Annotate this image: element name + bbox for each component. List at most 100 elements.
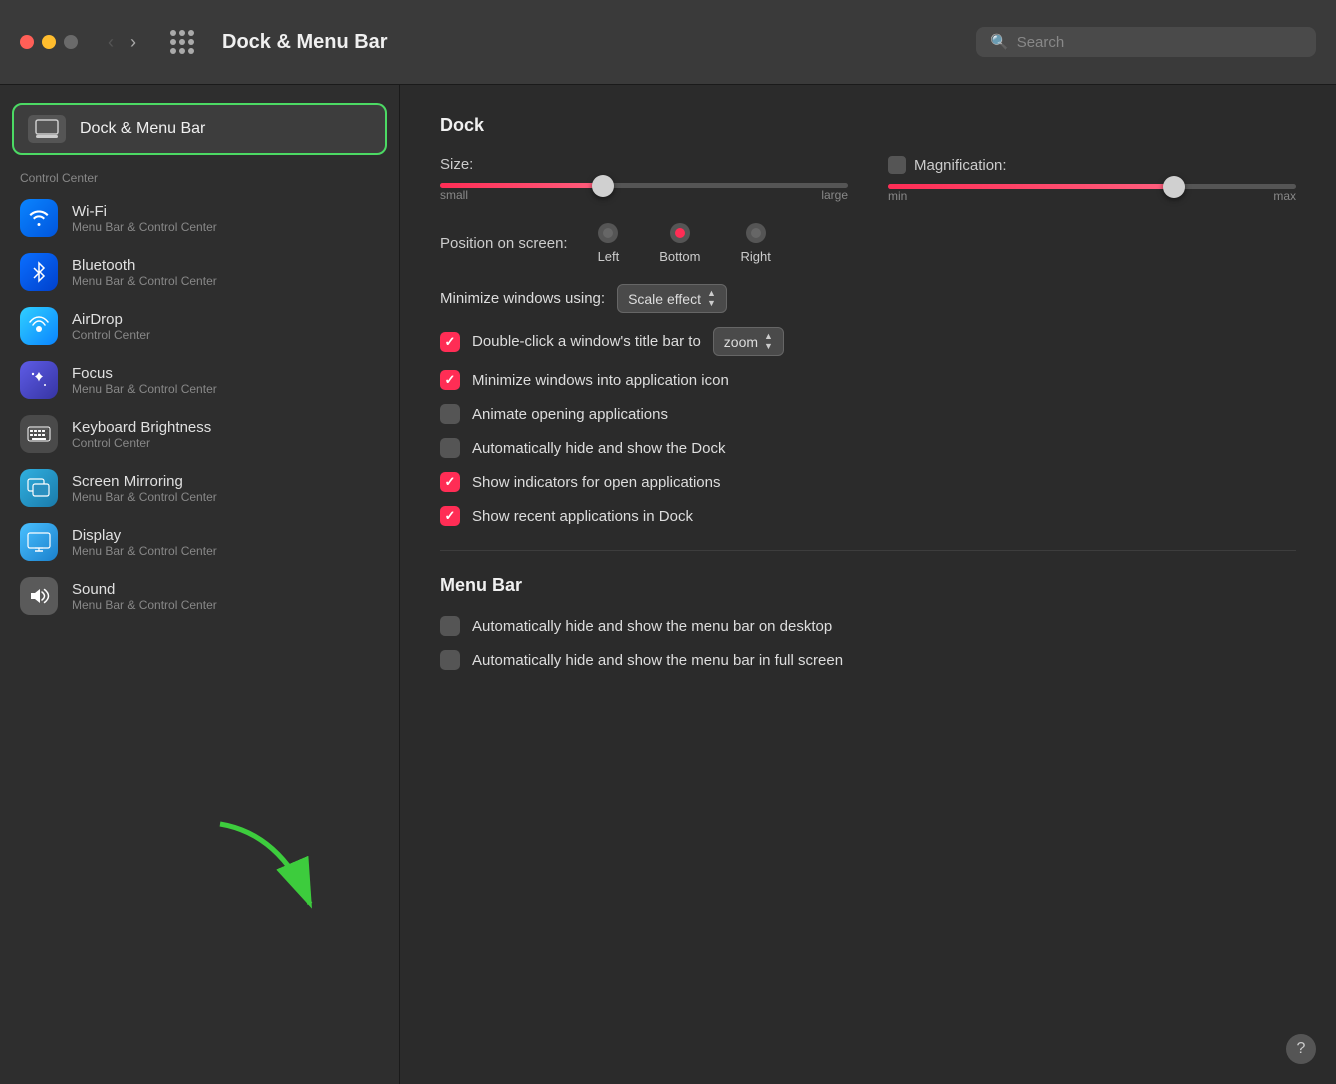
minimize-app-label: Minimize windows into application icon	[472, 372, 729, 389]
recent-checkbox[interactable]	[440, 506, 460, 526]
size-thumb[interactable]	[592, 175, 614, 197]
position-right[interactable]: Right	[740, 223, 770, 264]
keyboard-sub: Control Center	[72, 436, 211, 450]
minimize-dropdown[interactable]: Scale effect ▲ ▼	[617, 284, 727, 313]
help-button[interactable]: ?	[1286, 1034, 1316, 1064]
screenmirror-text: Screen Mirroring Menu Bar & Control Cent…	[72, 473, 217, 504]
indicators-checkbox[interactable]	[440, 472, 460, 492]
autohide-fullscreen-checkbox[interactable]	[440, 650, 460, 670]
display-name: Display	[72, 527, 217, 544]
size-labels: small large	[440, 188, 848, 202]
control-center-header: Control Center	[0, 163, 399, 191]
grid-dot	[179, 30, 185, 36]
grid-dot	[170, 39, 176, 45]
sidebar-item-bluetooth[interactable]: Bluetooth Menu Bar & Control Center	[0, 245, 399, 299]
animate-checkbox[interactable]	[440, 404, 460, 424]
grid-icon[interactable]	[170, 30, 194, 54]
mag-fill	[888, 184, 1174, 189]
sidebar-item-dock-menubar[interactable]: Dock & Menu Bar	[12, 103, 387, 155]
doubleclick-checkbox[interactable]	[440, 332, 460, 352]
position-left[interactable]: Left	[598, 223, 620, 264]
dock-section: Dock Size: small large	[440, 115, 1296, 526]
grid-dot	[188, 39, 194, 45]
magnification-checkbox[interactable]	[888, 156, 906, 174]
keyboard-text: Keyboard Brightness Control Center	[72, 419, 211, 450]
radio-left[interactable]	[598, 223, 618, 243]
back-button[interactable]: ‹	[102, 28, 120, 57]
wifi-icon	[20, 199, 58, 237]
magnification-slider-section: Magnification: min max	[888, 156, 1296, 203]
autohide-dock-label: Automatically hide and show the Dock	[472, 440, 725, 457]
focus-name: Focus	[72, 365, 217, 382]
dock-menubar-icon	[28, 115, 66, 143]
grid-dot	[188, 30, 194, 36]
search-box[interactable]: 🔍	[976, 27, 1316, 57]
keyboard-name: Keyboard Brightness	[72, 419, 211, 436]
focus-icon	[20, 361, 58, 399]
mag-thumb[interactable]	[1163, 176, 1185, 198]
sidebar-item-screenmirror[interactable]: Screen Mirroring Menu Bar & Control Cent…	[0, 461, 399, 515]
bluetooth-sub: Menu Bar & Control Center	[72, 274, 217, 288]
animate-row: Animate opening applications	[440, 404, 1296, 424]
focus-text: Focus Menu Bar & Control Center	[72, 365, 217, 396]
sidebar-item-display[interactable]: Display Menu Bar & Control Center	[0, 515, 399, 569]
sidebar-item-keyboard[interactable]: Keyboard Brightness Control Center	[0, 407, 399, 461]
size-large: large	[821, 188, 848, 202]
bluetooth-icon	[20, 253, 58, 291]
sidebar-item-wifi[interactable]: Wi-Fi Menu Bar & Control Center	[0, 191, 399, 245]
forward-button[interactable]: ›	[124, 28, 142, 57]
position-label: Position on screen:	[440, 235, 568, 252]
sidebar-item-airdrop[interactable]: AirDrop Control Center	[0, 299, 399, 353]
autohide-fullscreen-label: Automatically hide and show the menu bar…	[472, 652, 843, 669]
minimize-label: Minimize windows using:	[440, 290, 605, 307]
minimize-button[interactable]	[42, 35, 56, 49]
size-magnification-row: Size: small large Magnification	[440, 156, 1296, 203]
sound-icon	[20, 577, 58, 615]
magnification-label: Magnification:	[914, 157, 1007, 174]
dropdown-arrows: ▲ ▼	[707, 289, 716, 308]
minimize-app-checkbox[interactable]	[440, 370, 460, 390]
arrow-down-icon-2: ▼	[764, 342, 773, 351]
magnification-header: Magnification:	[888, 156, 1296, 174]
autohide-fullscreen-row: Automatically hide and show the menu bar…	[440, 650, 1296, 670]
radio-bottom[interactable]	[670, 223, 690, 243]
doubleclick-dropdown[interactable]: zoom ▲ ▼	[713, 327, 784, 356]
airdrop-icon	[20, 307, 58, 345]
nav-arrows: ‹ ›	[102, 28, 142, 57]
screenmirror-sub: Menu Bar & Control Center	[72, 490, 217, 504]
autohide-dock-checkbox[interactable]	[440, 438, 460, 458]
doubleclick-row: Double-click a window's title bar to zoo…	[440, 327, 1296, 356]
sound-text: Sound Menu Bar & Control Center	[72, 581, 217, 612]
sidebar-item-focus[interactable]: Focus Menu Bar & Control Center	[0, 353, 399, 407]
minimize-row: Minimize windows using: Scale effect ▲ ▼	[440, 284, 1296, 313]
position-right-label: Right	[740, 249, 770, 264]
bluetooth-name: Bluetooth	[72, 257, 217, 274]
content-area: Dock Size: small large	[400, 85, 1336, 1084]
display-icon	[20, 523, 58, 561]
window-title: Dock & Menu Bar	[222, 31, 960, 54]
dock-section-title: Dock	[440, 115, 1296, 136]
close-button[interactable]	[20, 35, 34, 49]
grid-dot	[179, 39, 185, 45]
airdrop-sub: Control Center	[72, 328, 150, 342]
minimize-option: Scale effect	[628, 291, 701, 307]
size-fill	[440, 183, 603, 188]
mag-track[interactable]	[888, 184, 1296, 189]
indicators-row: Show indicators for open applications	[440, 472, 1296, 492]
maximize-button[interactable]	[64, 35, 78, 49]
title-bar: ‹ › Dock & Menu Bar 🔍	[0, 0, 1336, 85]
mag-max: max	[1273, 189, 1296, 203]
menubar-section: Menu Bar Automatically hide and show the…	[440, 575, 1296, 670]
indicators-label: Show indicators for open applications	[472, 474, 720, 491]
grid-dot	[170, 48, 176, 54]
size-track[interactable]	[440, 183, 848, 188]
search-input[interactable]	[1017, 34, 1302, 51]
radio-right[interactable]	[746, 223, 766, 243]
position-bottom[interactable]: Bottom	[659, 223, 700, 264]
sidebar-item-sound[interactable]: Sound Menu Bar & Control Center	[0, 569, 399, 623]
grid-dot	[170, 30, 176, 36]
arrow-up-icon: ▲	[707, 289, 716, 298]
recent-row: Show recent applications in Dock	[440, 506, 1296, 526]
wifi-text: Wi-Fi Menu Bar & Control Center	[72, 203, 217, 234]
autohide-desktop-checkbox[interactable]	[440, 616, 460, 636]
